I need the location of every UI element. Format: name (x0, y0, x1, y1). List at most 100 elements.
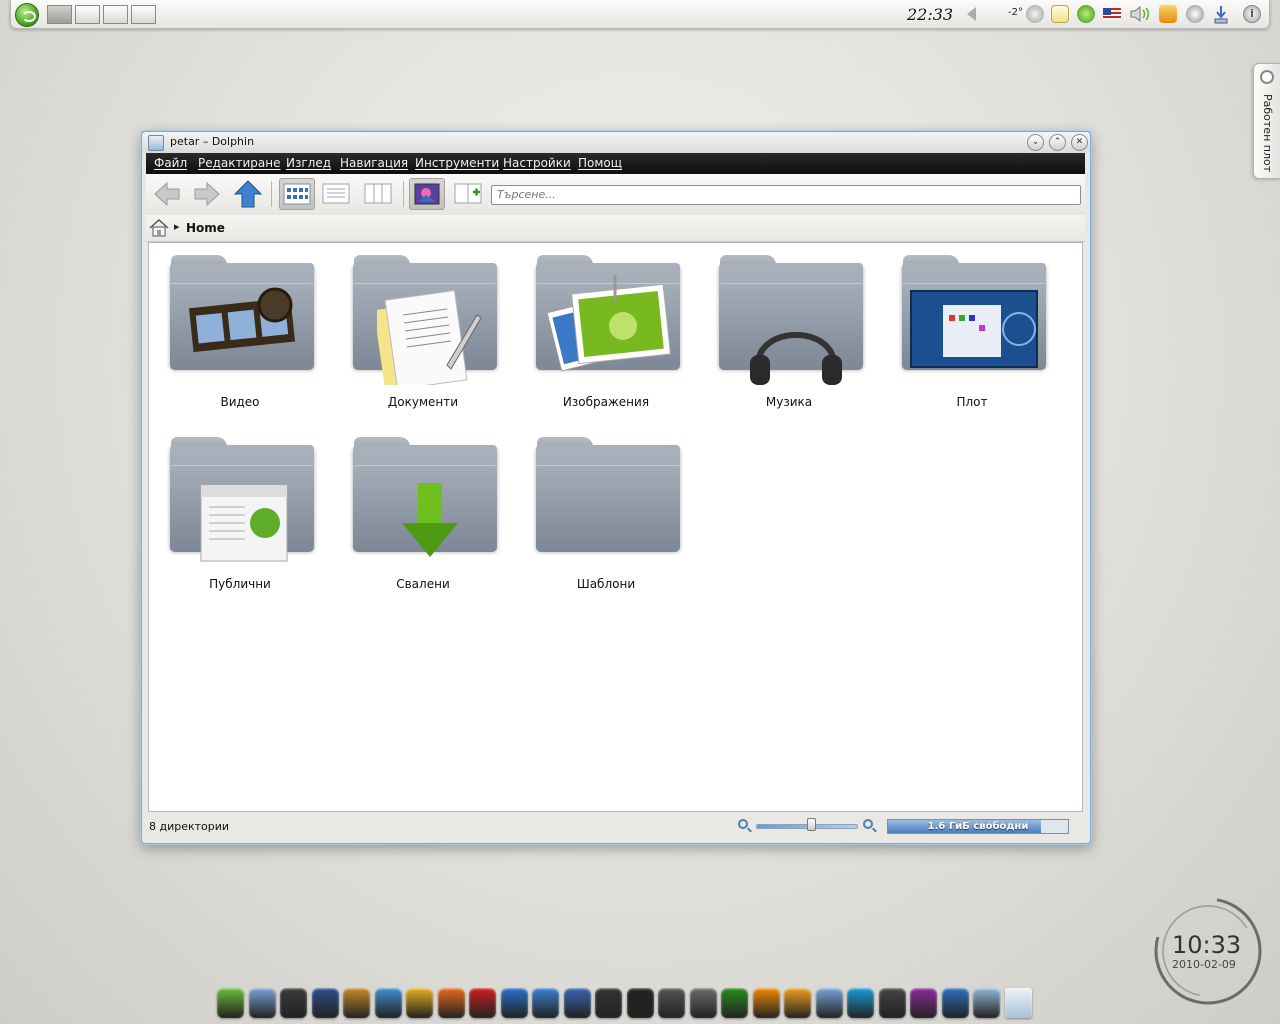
forward-button[interactable] (191, 178, 223, 210)
dock (214, 986, 1064, 1024)
tools-icon[interactable] (343, 988, 370, 1018)
folder-label: Свалени (396, 577, 450, 591)
window-titlebar[interactable]: petar – Dolphin ⌄ ⌃ ✕ (142, 132, 1090, 153)
icons-view-button[interactable] (279, 178, 315, 210)
eye-icon[interactable] (910, 988, 937, 1018)
vlc-icon[interactable] (752, 988, 780, 1018)
pager-desktop-4[interactable] (131, 5, 156, 24)
menu-navigation[interactable]: Навигация (340, 156, 408, 170)
columns-view-button[interactable] (361, 178, 397, 210)
notes-icon[interactable] (1051, 5, 1069, 23)
statusbar: 8 директории 1.6 ГиБ свободни (146, 814, 1085, 840)
menu-help[interactable]: Помощ (578, 156, 622, 170)
free-space-text: 1.6 ГиБ свободни (927, 821, 1029, 832)
pager-desktop-2[interactable] (75, 5, 100, 24)
pager-desktop-3[interactable] (103, 5, 128, 24)
scripts-icon[interactable] (689, 988, 717, 1018)
firefox-icon[interactable] (437, 988, 465, 1018)
download-icon[interactable] (1212, 5, 1230, 24)
folder-label: Публични (209, 577, 271, 591)
details-view-button[interactable] (319, 178, 355, 210)
menu-view[interactable]: Изглед (286, 156, 331, 170)
weather-icon[interactable] (1026, 5, 1044, 23)
download-manager-icon[interactable] (815, 988, 843, 1018)
status-text: 8 директории (149, 820, 230, 833)
folder-label: Видео (220, 395, 260, 409)
search-input[interactable]: Търсене... (491, 185, 1081, 205)
folder-label: Документи (387, 395, 459, 409)
suse-home-icon[interactable] (217, 988, 244, 1018)
network-icon[interactable] (1186, 5, 1204, 23)
pager-desktop-1[interactable] (47, 5, 72, 24)
clock-widget[interactable]: 10:33 2010-02-09 (1150, 893, 1266, 1009)
application-launcher-icon[interactable] (15, 3, 39, 27)
rss-reader-icon[interactable] (784, 988, 811, 1018)
zoom-out-icon[interactable] (738, 819, 748, 829)
folder-pictures[interactable]: Изображения (515, 253, 685, 423)
menu-file[interactable]: Файл (154, 156, 187, 170)
panel-separator-icon (967, 7, 976, 21)
folder-documents[interactable]: Документи (332, 253, 502, 423)
glass-icon[interactable] (973, 988, 1000, 1018)
folder-downloads[interactable]: Свалени (332, 435, 502, 605)
picture-icon (545, 271, 675, 374)
browser-icon[interactable] (374, 988, 402, 1018)
home-icon[interactable] (148, 218, 170, 241)
kde-icon[interactable] (563, 988, 591, 1018)
zoom-slider-handle[interactable] (807, 818, 816, 831)
minimize-button[interactable]: ⌄ (1027, 134, 1044, 151)
film-icon (188, 283, 299, 356)
desktop-toolbox[interactable]: Работен плот (1253, 63, 1280, 179)
volume-icon[interactable] (1129, 5, 1149, 23)
split-view-button[interactable] (451, 178, 487, 210)
panel-clock[interactable]: 22:33 (907, 5, 953, 24)
suse-updater-icon[interactable] (1077, 5, 1095, 23)
maximize-button[interactable]: ⌃ (1049, 134, 1066, 151)
folder-desktop[interactable]: Плот (881, 253, 1051, 423)
free-space-bar[interactable]: 1.6 ГиБ свободни (887, 819, 1069, 834)
folder-public[interactable]: Публични (149, 435, 319, 605)
music-player-icon[interactable] (721, 988, 748, 1018)
opera-icon[interactable] (469, 988, 496, 1018)
desktop-icon (909, 289, 1039, 372)
chrome-icon[interactable] (406, 988, 433, 1018)
file-view[interactable]: Видео Документи Изображения Музика Плот … (148, 242, 1083, 812)
terminal-icon[interactable] (280, 988, 307, 1018)
flag-us-icon[interactable] (1103, 8, 1121, 20)
trash-icon[interactable] (1004, 988, 1032, 1018)
menu-tools[interactable]: Инструменти (415, 156, 499, 170)
info-icon[interactable]: i (1243, 5, 1261, 23)
folder-templates[interactable]: Шаблони (515, 435, 685, 605)
toolbar-separator (403, 181, 404, 207)
folder-video[interactable]: Видео (149, 253, 319, 423)
network-share-icon[interactable] (248, 988, 276, 1018)
window-title: petar – Dolphin (170, 135, 255, 148)
camera-icon[interactable] (595, 988, 622, 1018)
skype-icon[interactable] (847, 988, 874, 1018)
monitor-icon[interactable] (311, 988, 339, 1018)
film-strip-icon[interactable] (658, 988, 685, 1018)
menu-settings[interactable]: Настройки (503, 156, 571, 170)
back-button[interactable] (151, 178, 183, 210)
menu-edit[interactable]: Редактиране (198, 156, 281, 170)
toolbox-icon (1260, 70, 1274, 84)
top-panel: 22:33 -2° i (10, 0, 1270, 29)
dolphin-app-icon[interactable] (148, 135, 164, 151)
preview-button[interactable] (409, 178, 445, 210)
breadcrumb[interactable]: Home (186, 221, 225, 235)
web-icon[interactable] (532, 988, 559, 1018)
chat-icon[interactable] (878, 988, 906, 1018)
rss-icon[interactable] (1159, 5, 1177, 23)
toolbar-separator (271, 181, 272, 207)
folder-label: Плот (956, 395, 988, 409)
weather-temperature[interactable]: -2° (1008, 7, 1023, 18)
folder-music[interactable]: Музика (698, 253, 868, 423)
globe-icon[interactable] (500, 988, 528, 1018)
messenger-icon[interactable] (941, 988, 969, 1018)
movie-clapper-icon[interactable] (626, 988, 654, 1018)
zoom-in-icon[interactable] (863, 819, 873, 829)
close-button[interactable]: ✕ (1071, 134, 1088, 151)
up-button[interactable] (232, 178, 264, 210)
menubar: Файл Редактиране Изглед Навигация Инстру… (146, 153, 1085, 174)
folder-label: Изображения (562, 395, 650, 409)
